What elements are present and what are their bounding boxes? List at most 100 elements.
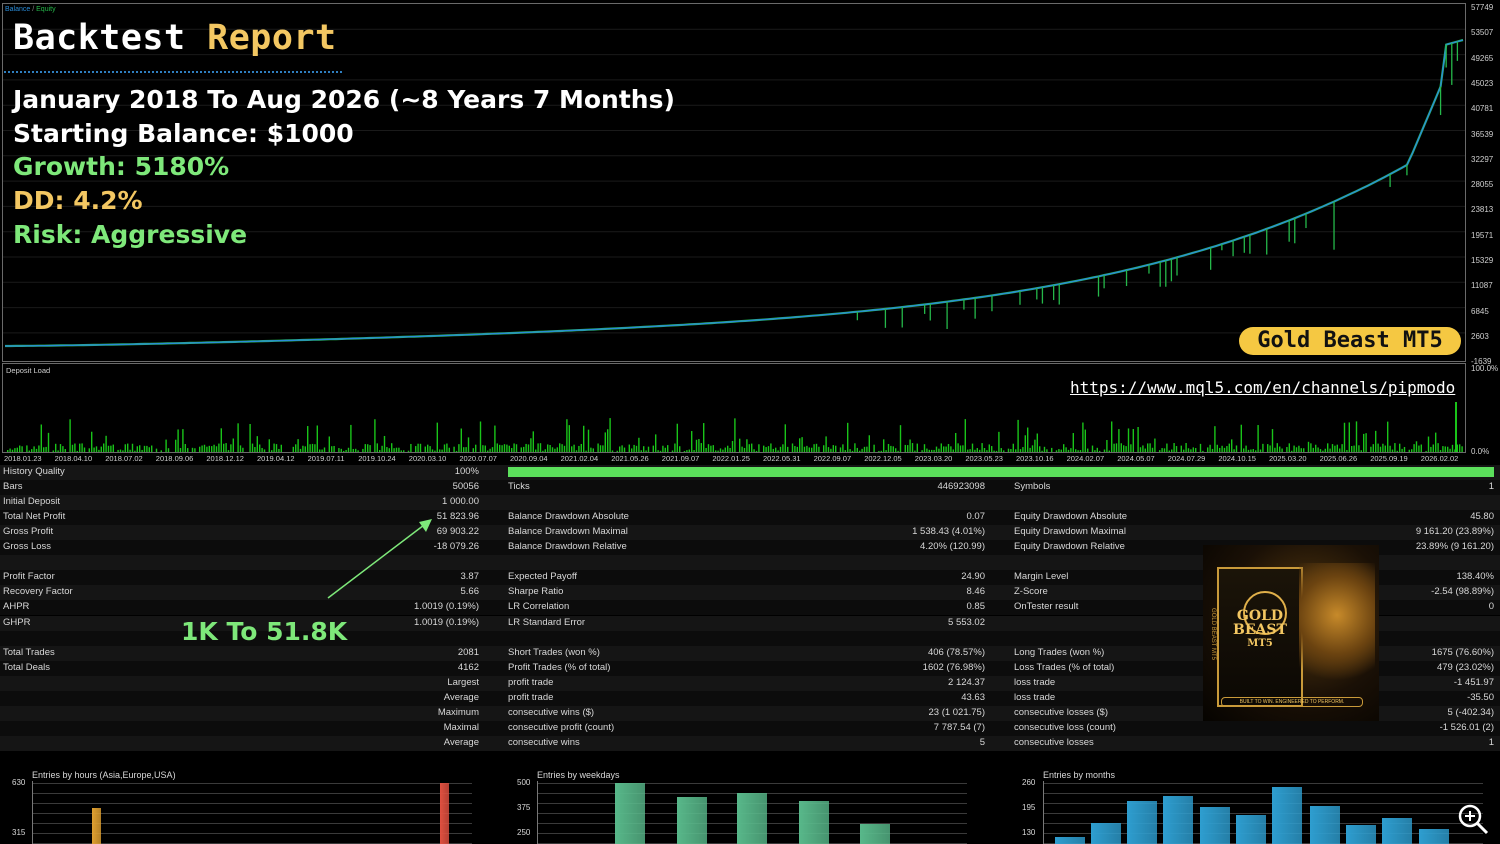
chart-bar [677,797,707,844]
deposit-load-bar [1336,444,1338,452]
deposit-load-bar [446,443,448,452]
deposit-load-bar [1389,445,1391,452]
grid-line [32,793,472,794]
deposit-load-bar [340,448,342,452]
deposit-load-bar [1240,424,1242,452]
deposit-load-bar [1307,441,1310,452]
deposit-load-bar [1012,443,1014,452]
deposit-load-bar [59,444,62,452]
stat-value: 4.20% (120.99) [920,541,985,553]
stat-label: Balance Drawdown Maximal [508,526,628,538]
stat-label: Total Net Profit [3,511,66,523]
deposit-load-bar [271,450,273,452]
stat-label: LR Standard Error [508,616,586,628]
deposit-load-bar [652,445,654,452]
deposit-load-bar [122,450,124,452]
deposit-load-bar [143,445,146,452]
product-logo-text: GOLD BEAST MT5 [1233,608,1287,649]
deposit-load-bar [328,436,330,452]
y-tick-label: 500 [517,778,531,787]
deposit-load-bar [1379,446,1382,452]
stat-value: 24.90 [961,571,985,583]
deposit-load-bar [1187,448,1190,452]
stat-label: Sharpe Ratio [508,586,564,598]
legend-balance: Balance [5,6,31,13]
table-row [0,495,1500,511]
stat-label: consecutive wins ($) [508,706,595,718]
deposit-load-bar [1276,443,1278,452]
stat-label: Bars [3,481,23,493]
stat-value: 50056 [452,481,479,493]
deposit-load-bar [1317,447,1319,452]
deposit-load-bar [623,447,626,452]
deposit-load-bar [1139,447,1142,452]
deposit-load-bar [758,444,760,452]
chart-bar [1055,837,1085,844]
y-tick-label: 19571 [1471,230,1494,240]
deposit-load-bar [16,447,18,452]
deposit-load-bar [839,447,842,452]
chart-bar [1419,829,1449,844]
deposit-load-bar [926,448,928,452]
stat-value: 2081 [457,646,479,658]
deposit-load-bar [823,445,825,452]
deposit-load-bar [861,448,863,452]
deposit-load-bar [895,448,897,452]
product-tagline: BUILT TO WIN. ENGINEERED TO PERFORM. [1221,697,1363,707]
deposit-load-bar [211,446,213,452]
stat-value: 0.85 [966,601,986,613]
stat-label: OnTester result [1014,601,1079,613]
deposit-load-bar [537,443,539,452]
deposit-load-bar [1195,448,1197,452]
deposit-load-bar [1322,450,1324,452]
deposit-load-bar [208,445,210,452]
deposit-load-bar [1358,445,1360,452]
deposit-load-bar [110,445,112,452]
deposit-load-bar [590,447,592,452]
deposit-load-bar [475,444,477,452]
deposit-load-bar [1271,429,1274,452]
deposit-load-bar [575,450,578,452]
deposit-load-bar [1214,426,1216,452]
stat-value: 1.0019 (0.19%) [414,616,479,628]
deposit-load-bar [439,449,441,452]
deposit-load-bar [1015,449,1017,452]
deposit-load-bar [587,429,590,452]
channel-link[interactable]: https://www.mql5.com/en/channels/pipmodo [1070,378,1455,397]
deposit-load-bar [1288,443,1290,452]
deposit-load-bar [1207,447,1209,452]
deposit-load-bar [146,445,148,452]
deposit-load-bar [710,445,712,452]
deposit-load-bar [811,447,813,452]
deposit-load-bar [578,445,580,452]
deposit-load-bar [237,423,239,452]
deposit-load-bar [28,450,30,452]
deposit-load-bar [1041,450,1043,452]
deposit-load-bar [403,450,405,452]
deposit-load-bar [1046,449,1048,452]
deposit-load-bar [1077,450,1079,452]
stat-value: 2 124.37 [948,676,985,688]
deposit-load-bar [914,450,916,452]
deposit-load-bar [508,445,510,452]
deposit-load-bar [604,432,606,452]
deposit-load-bar [314,444,316,452]
deposit-load-bar [1444,446,1446,452]
stat-label: Gross Profit [3,526,54,538]
deposit-load-bar [249,424,251,452]
x-tick-label: 2020.03.10 [408,454,447,463]
deposit-load-bar [784,424,786,452]
stat-value: 4162 [457,661,479,673]
stat-label: Equity Drawdown Relative [1014,541,1125,553]
deposit-load-bar [700,443,702,452]
deposit-load-bar [467,437,470,452]
deposit-load-bar [1291,450,1293,452]
deposit-load-bar [1437,443,1439,452]
deposit-load-bar [311,443,314,452]
stat-label: Balance Drawdown Absolute [508,511,629,523]
stat-value: 1 [1488,481,1494,493]
deposit-load-bar [1399,443,1401,452]
zoom-icon[interactable] [1456,802,1490,836]
deposit-load-bar [81,443,83,452]
chart-bar [799,801,829,844]
